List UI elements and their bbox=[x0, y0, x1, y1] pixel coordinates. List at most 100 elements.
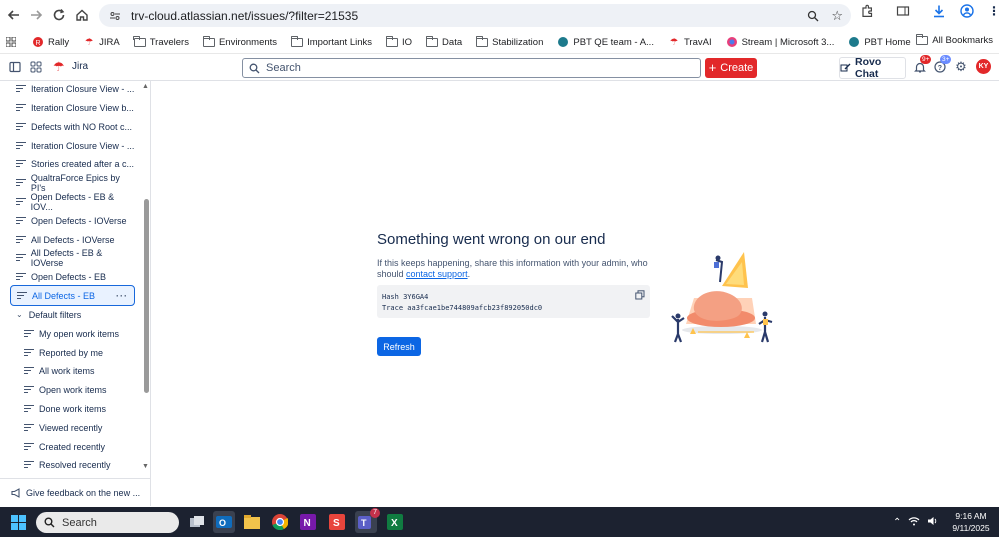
rovo-chat-button[interactable]: Rovo Chat bbox=[839, 56, 906, 80]
file-explorer-icon[interactable] bbox=[241, 511, 263, 533]
bookmark-environments[interactable]: Environments bbox=[202, 35, 277, 48]
default-filter-item[interactable]: Done work items bbox=[18, 399, 143, 418]
search-box[interactable] bbox=[242, 58, 701, 78]
volume-icon[interactable] bbox=[927, 516, 939, 529]
more-actions-icon[interactable]: ··· bbox=[116, 291, 128, 301]
svg-text:R: R bbox=[36, 40, 41, 47]
folder-icon bbox=[475, 35, 489, 47]
default-filter-item[interactable]: My open work items bbox=[18, 324, 143, 343]
forward-icon[interactable] bbox=[24, 3, 48, 27]
scroll-down-arrow[interactable]: ▼ bbox=[142, 463, 149, 470]
scroll-up-arrow[interactable]: ▲ bbox=[142, 83, 149, 90]
sidebar-filter-item[interactable]: All Defects - IOVerse bbox=[10, 230, 135, 249]
sidebar-filter-item[interactable]: Iteration Closure View b... bbox=[10, 98, 135, 117]
bookmark-io[interactable]: IO bbox=[385, 35, 412, 48]
bookmark-stream[interactable]: Stream | Microsoft 3... bbox=[726, 37, 834, 48]
sidebar-filter-item[interactable]: All Defects - EB & IOVerse bbox=[10, 248, 135, 268]
bookmark-travelers[interactable]: Travelers bbox=[133, 35, 189, 48]
profile-icon[interactable] bbox=[960, 4, 974, 18]
contact-support-link[interactable]: contact support bbox=[406, 269, 468, 279]
sidebar-filter-item[interactable]: QualtraForce Epics by PI's bbox=[10, 173, 135, 193]
search-input[interactable] bbox=[266, 62, 666, 74]
search-icon bbox=[249, 63, 260, 74]
snagit-icon[interactable]: S bbox=[326, 511, 348, 533]
error-illustration bbox=[671, 252, 773, 343]
refresh-button[interactable]: Refresh bbox=[377, 337, 421, 356]
jira-logo-icon[interactable]: ☂ bbox=[53, 59, 65, 75]
default-filter-item[interactable]: Resolved recently bbox=[18, 455, 143, 474]
download-icon[interactable] bbox=[932, 4, 946, 18]
app-name[interactable]: Jira bbox=[72, 61, 88, 72]
bookmark-star-icon[interactable]: ☆ bbox=[831, 8, 843, 24]
default-filter-item[interactable]: Created recently bbox=[18, 437, 143, 456]
address-bar[interactable]: trv-cloud.atlassian.net/issues/?filter=2… bbox=[99, 4, 851, 27]
taskbar-clock[interactable]: 9:16 AM 9/11/2025 bbox=[948, 510, 994, 534]
sidepanel-icon[interactable] bbox=[896, 4, 910, 18]
hash-text: Hash 3Y6GA4 bbox=[382, 293, 429, 301]
megaphone-icon bbox=[11, 487, 22, 498]
sidebar-filter-item[interactable]: Open Defects - EB bbox=[10, 267, 135, 286]
filter-icon bbox=[16, 159, 26, 168]
home-icon[interactable] bbox=[70, 3, 94, 27]
zoom-icon[interactable] bbox=[807, 10, 819, 22]
avatar[interactable]: KY bbox=[976, 59, 991, 74]
reload-icon[interactable] bbox=[47, 3, 71, 27]
task-view-icon[interactable] bbox=[186, 511, 208, 533]
chrome-icon[interactable] bbox=[269, 511, 291, 533]
feedback-link[interactable]: Give feedback on the new ... bbox=[0, 478, 151, 506]
bookmark-data[interactable]: Data bbox=[425, 35, 462, 48]
sidebar-filter-item[interactable]: Open Defects - EB & IOV... bbox=[10, 192, 135, 212]
all-bookmarks[interactable]: All Bookmarks bbox=[915, 34, 993, 46]
site-settings-icon[interactable] bbox=[109, 10, 121, 22]
confluence-icon bbox=[848, 37, 860, 47]
url-text[interactable]: trv-cloud.atlassian.net/issues/?filter=2… bbox=[131, 9, 358, 23]
windows-start-icon[interactable] bbox=[11, 515, 26, 530]
copy-icon[interactable] bbox=[635, 290, 645, 304]
svg-text:?: ? bbox=[938, 65, 942, 72]
bookmark-jira[interactable]: ☂ JIRA bbox=[83, 37, 120, 48]
bookmark-rally[interactable]: R Rally bbox=[32, 37, 69, 48]
bookmark-stabilization[interactable]: Stabilization bbox=[475, 35, 543, 48]
bookmark-important-links[interactable]: Important Links bbox=[290, 35, 372, 48]
outlook-icon[interactable]: O bbox=[213, 511, 235, 533]
filter-icon bbox=[16, 103, 26, 112]
onenote-icon[interactable]: N bbox=[297, 511, 319, 533]
filter-icon bbox=[24, 423, 34, 432]
create-button[interactable]: + Create bbox=[705, 58, 757, 78]
sidebar-scrollbar[interactable] bbox=[144, 199, 149, 393]
umbrella-icon: ☂ bbox=[669, 36, 679, 48]
default-filter-item[interactable]: Viewed recently bbox=[18, 418, 143, 437]
sidebar-filter-item[interactable]: Iteration Closure View - ... bbox=[10, 136, 135, 155]
default-filters-group[interactable]: ⌄ Default filters bbox=[10, 305, 135, 324]
back-icon[interactable] bbox=[2, 3, 26, 27]
default-filter-item[interactable]: Reported by me bbox=[18, 343, 143, 362]
bookmark-travai[interactable]: ☂ TravAI bbox=[668, 37, 712, 48]
bookmark-pbt-home[interactable]: PBT Home bbox=[848, 37, 911, 48]
trace-text: Trace aa3fcae1be744809afcb23f892050dc0 bbox=[382, 304, 543, 312]
sidebar-filter-item[interactable]: Defects with NO Root c... bbox=[10, 117, 135, 136]
extensions-icon[interactable] bbox=[860, 4, 874, 18]
settings-gear-icon[interactable]: ⚙ bbox=[954, 59, 968, 74]
notifications-icon[interactable]: 9+ bbox=[913, 55, 932, 74]
chevron-up-icon[interactable]: ⌃ bbox=[893, 517, 901, 528]
bookmark-pbt-qe-team[interactable]: PBT QE team - A... bbox=[557, 37, 654, 48]
wifi-icon[interactable] bbox=[908, 516, 920, 529]
sidebar-filter-item[interactable]: Stories created after a c... bbox=[10, 154, 135, 173]
default-filter-item[interactable]: All work items bbox=[18, 361, 143, 380]
sidebar-filter-item-selected[interactable]: All Defects - EB ··· bbox=[10, 285, 135, 306]
teams-icon[interactable]: T 7 bbox=[355, 508, 380, 533]
default-filter-item[interactable]: Open work items bbox=[18, 380, 143, 399]
taskbar-search[interactable]: Search bbox=[36, 512, 179, 533]
help-icon[interactable]: ? 3+ bbox=[933, 55, 952, 74]
sidebar-toggle-icon[interactable] bbox=[9, 61, 21, 73]
chevron-down-icon: ⌄ bbox=[16, 310, 23, 319]
umbrella-icon: ☂ bbox=[84, 36, 94, 48]
folder-icon bbox=[133, 35, 146, 47]
app-switcher-icon[interactable] bbox=[30, 61, 42, 73]
browser-menu-icon[interactable]: ⋮ bbox=[988, 4, 999, 18]
folder-icon bbox=[202, 35, 215, 47]
sidebar-filter-item[interactable]: Open Defects - IOVerse bbox=[10, 211, 135, 230]
excel-icon[interactable]: X bbox=[384, 511, 406, 533]
apps-grid-icon[interactable] bbox=[6, 37, 16, 47]
sidebar-filter-item[interactable]: Iteration Closure View - ... bbox=[10, 79, 135, 98]
